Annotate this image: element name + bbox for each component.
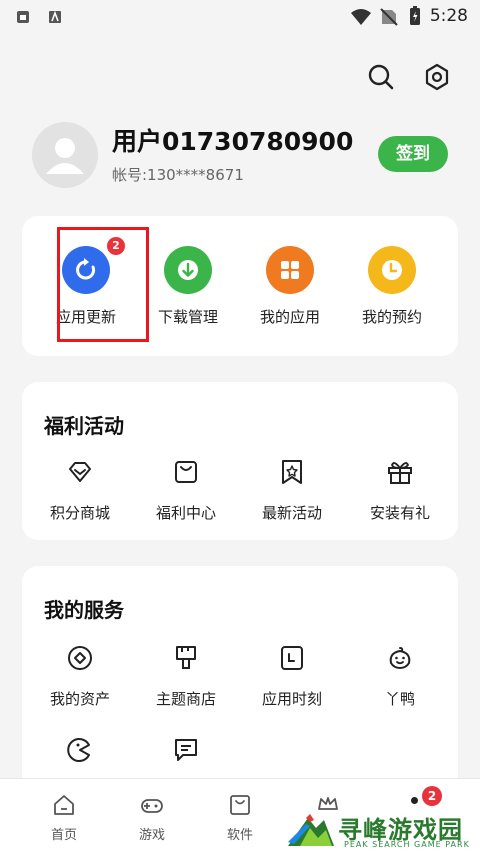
benefit-welfare-center[interactable]: 福利中心 — [136, 458, 236, 528]
quick-action-my-apps[interactable]: 我的应用 — [240, 216, 340, 326]
nav-label: 软件 — [226, 828, 253, 843]
nav-home[interactable]: 首页 — [34, 793, 94, 849]
diamond-icon — [69, 462, 91, 482]
service-my-assets[interactable]: 我的资产 — [30, 644, 130, 714]
status-time: 5:28 — [429, 6, 468, 26]
highlight-box — [57, 227, 149, 342]
quick-action-label: 下载管理 — [157, 308, 218, 326]
service-label: 主题商店 — [155, 690, 216, 708]
benefit-install-gift[interactable]: 安装有礼 — [350, 458, 450, 528]
benefit-latest-events[interactable]: 最新活动 — [242, 458, 342, 528]
account-number: 帐号:130****8671 — [112, 166, 244, 184]
service-label: 丫鸭 — [384, 690, 415, 708]
user-silhouette-icon — [46, 138, 84, 174]
search-icon — [368, 64, 394, 90]
star-bookmark-icon — [282, 460, 302, 484]
nav-label: 首页 — [50, 828, 77, 843]
service-label: 我的资产 — [49, 690, 110, 708]
status-bar: 5:28 — [0, 0, 480, 34]
benefit-label: 积分商城 — [49, 504, 110, 522]
gift-icon — [388, 462, 412, 484]
service-label: 应用时刻 — [261, 690, 322, 708]
benefit-label: 福利中心 — [155, 504, 216, 522]
asset-icon — [68, 646, 92, 670]
nav-software[interactable]: 软件 — [210, 793, 270, 849]
benefit-points-mall[interactable]: 积分商城 — [30, 458, 130, 528]
home-icon — [54, 795, 74, 815]
signin-button[interactable]: 签到 — [378, 136, 448, 172]
service-yaduck[interactable]: 丫鸭 — [350, 644, 450, 714]
quick-action-my-reservations[interactable]: 我的预约 — [342, 216, 442, 326]
service-app-moments[interactable]: 应用时刻 — [242, 644, 342, 714]
pacman-icon — [67, 738, 90, 762]
username: 用户01730780900 — [112, 127, 354, 156]
quick-action-label: 我的预约 — [361, 308, 422, 326]
watermark: 寻峰游戏园 PEAK SEARCH GAME PARK — [286, 806, 480, 854]
avatar[interactable] — [32, 122, 98, 188]
peak-mountain-logo — [288, 814, 334, 846]
benefits-card: 福利活动 积分商城 福利中心 最新活动 安装有礼 — [22, 382, 458, 540]
clock-icon — [368, 246, 416, 294]
quick-action-label: 我的应用 — [259, 308, 320, 326]
benefits-title: 福利活动 — [44, 414, 124, 438]
calendar-icon — [281, 646, 303, 670]
chat-icon — [175, 739, 197, 761]
notification-icon — [17, 11, 29, 23]
download-icon — [164, 246, 212, 294]
nav-games[interactable]: 游戏 — [122, 793, 182, 849]
duck-icon — [389, 647, 411, 669]
brush-icon — [176, 646, 196, 669]
battery-charging-icon — [410, 6, 420, 25]
gamepad-icon — [141, 799, 163, 813]
apps-grid-icon — [266, 246, 314, 294]
services-title: 我的服务 — [44, 598, 124, 622]
watermark-subtitle: PEAK SEARCH GAME PARK — [344, 840, 470, 849]
benefit-label: 安装有礼 — [369, 504, 430, 522]
service-theme-store[interactable]: 主题商店 — [136, 644, 236, 714]
nav-dot-indicator — [411, 797, 418, 804]
top-toolbar — [0, 62, 480, 92]
benefit-label: 最新活动 — [261, 504, 322, 522]
shopping-bag-icon — [230, 795, 250, 815]
app-notification-icon — [49, 10, 61, 23]
wifi-icon — [351, 9, 371, 25]
nav-label: 游戏 — [138, 828, 165, 843]
profile-header: 用户01730780900 帐号:130****8671 签到 — [0, 118, 480, 198]
quick-action-download-manager[interactable]: 下载管理 — [138, 216, 238, 326]
settings-button[interactable] — [422, 62, 452, 92]
bag-icon — [175, 461, 197, 483]
no-sim-icon — [380, 8, 398, 26]
search-button[interactable] — [366, 62, 396, 92]
settings-hexagon-icon — [425, 63, 449, 91]
nav-notification-badge: 2 — [422, 786, 442, 806]
